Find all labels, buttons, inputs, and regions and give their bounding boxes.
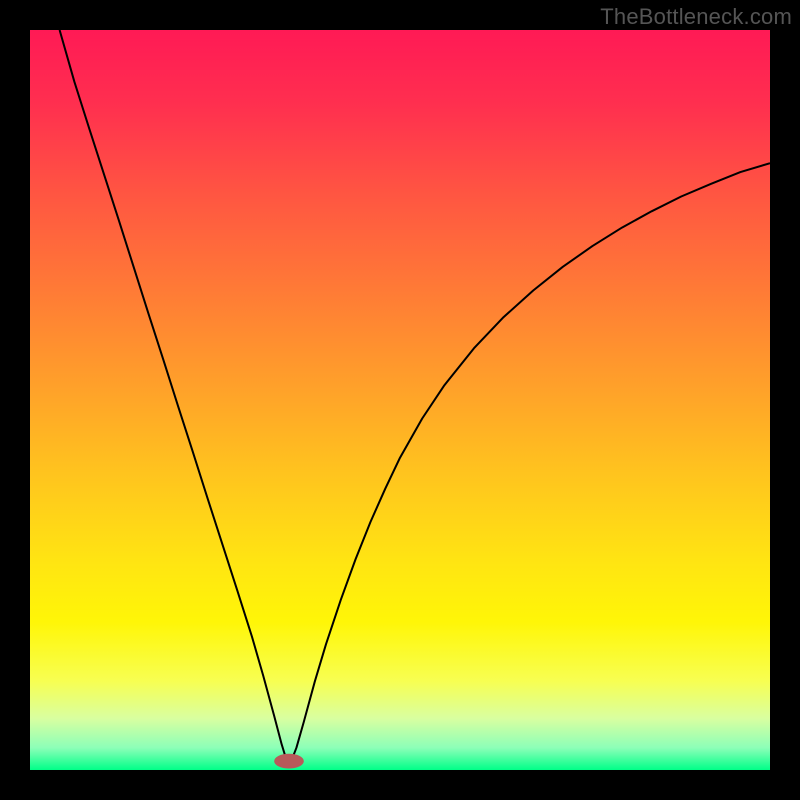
chart-container: TheBottleneck.com: [0, 0, 800, 800]
gradient-background: [30, 30, 770, 770]
chart-svg: [30, 30, 770, 770]
watermark-text: TheBottleneck.com: [600, 4, 792, 30]
optimal-marker: [274, 754, 304, 769]
plot-area: [30, 30, 770, 770]
